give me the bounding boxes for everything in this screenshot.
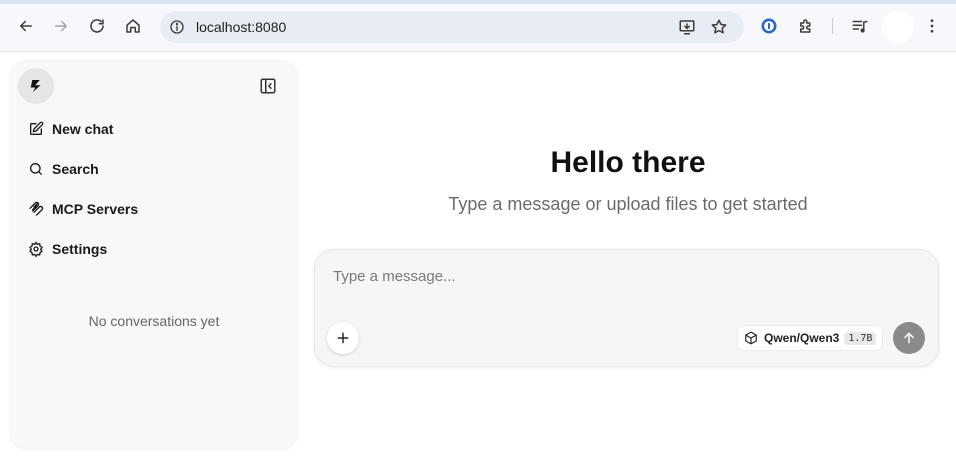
add-attachment-button[interactable]	[327, 322, 359, 354]
sidebar: New chat Search MCP Servers Settings No …	[10, 60, 298, 448]
profile-avatar[interactable]	[882, 11, 914, 43]
media-queue-icon[interactable]	[851, 17, 869, 35]
send-button[interactable]	[893, 322, 925, 354]
model-cube-icon	[745, 331, 757, 345]
sidebar-item-new-chat[interactable]: New chat	[18, 112, 290, 146]
extensions-puzzle-icon[interactable]	[797, 17, 815, 35]
arrow-up-icon	[904, 332, 914, 344]
install-app-icon[interactable]	[678, 18, 696, 36]
mcp-icon	[29, 201, 44, 216]
reload-icon[interactable]	[87, 16, 107, 36]
sidebar-item-search[interactable]: Search	[18, 152, 290, 186]
page-title: Hello there	[550, 146, 706, 179]
home-icon[interactable]	[123, 16, 143, 36]
bookmark-star-icon[interactable]	[710, 18, 728, 36]
plus-icon	[337, 332, 349, 344]
sidebar-item-label: Settings	[52, 241, 108, 257]
search-icon	[30, 163, 42, 175]
browser-toolbar: localhost:8080	[0, 0, 956, 52]
password-manager-icon[interactable]	[760, 17, 778, 35]
model-name: Qwen/Qwen3	[764, 331, 840, 345]
address-bar[interactable]: localhost:8080	[160, 11, 744, 43]
tab-strip-edge	[0, 0, 956, 4]
sidebar-item-label: MCP Servers	[52, 201, 139, 217]
collapse-sidebar-icon[interactable]	[258, 76, 278, 96]
sidebar-item-label: Search	[52, 161, 99, 177]
message-input[interactable]	[333, 262, 913, 290]
page-subtitle: Type a message or upload files to get st…	[448, 194, 808, 214]
url-text[interactable]: localhost:8080	[196, 19, 286, 35]
kebab-menu-icon[interactable]	[923, 17, 941, 35]
app-logo-icon[interactable]	[18, 68, 54, 104]
empty-conversations-message: No conversations yet	[88, 313, 220, 329]
sidebar-item-mcp-servers[interactable]: MCP Servers	[18, 192, 290, 226]
sidebar-item-settings[interactable]: Settings	[18, 232, 290, 266]
site-info-icon[interactable]	[168, 18, 186, 36]
edit-icon	[30, 121, 44, 135]
model-selector-button[interactable]: Qwen/Qwen3 1.7B	[738, 326, 883, 350]
model-size-badge: 1.7B	[844, 331, 877, 345]
message-composer: Qwen/Qwen3 1.7B	[314, 249, 939, 367]
sidebar-item-label: New chat	[52, 121, 114, 137]
back-arrow-icon[interactable]	[16, 16, 36, 36]
toolbar-separator	[832, 18, 833, 34]
forward-arrow-icon[interactable]	[51, 16, 71, 36]
gear-icon	[29, 241, 43, 257]
